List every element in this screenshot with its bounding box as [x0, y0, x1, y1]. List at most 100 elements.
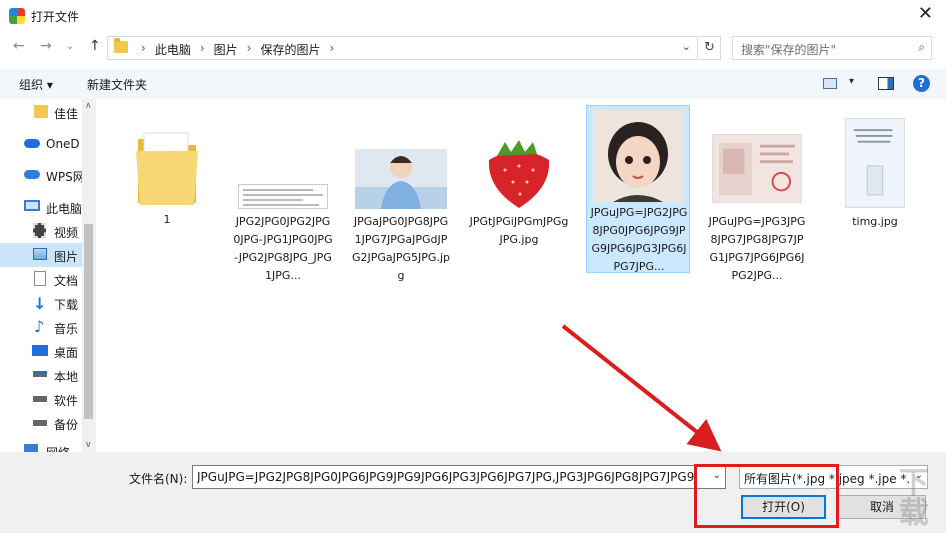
cloud-icon: [24, 139, 40, 148]
breadcrumb-pictures[interactable]: 图片: [214, 41, 238, 58]
music-icon: ♪: [34, 317, 45, 336]
breadcrumb-saved-pictures[interactable]: 保存的图片: [260, 41, 320, 58]
poster-thumbnail: [845, 118, 905, 208]
breadcrumb: › 此电脑 › 图片 › 保存的图片 ›: [136, 41, 343, 58]
document-thumbnail: [238, 184, 328, 209]
drive-icon: [33, 371, 47, 377]
address-bar[interactable]: › 此电脑 › 图片 › 保存的图片 › ⌄: [107, 36, 698, 60]
up-arrow-icon[interactable]: ↑: [89, 38, 101, 54]
file-item-passport[interactable]: JPGuJPG=JPG3JPG8JPG7JPG8JPG7JPG1JPG7JPG6…: [705, 107, 809, 282]
sidebar-item-label: 视频: [54, 226, 79, 240]
sidebar-item-label: 此电脑: [46, 202, 83, 216]
passport-thumbnail: [712, 134, 802, 203]
view-mode-icon[interactable]: [823, 78, 837, 89]
back-arrow-icon[interactable]: ←: [13, 38, 25, 54]
sidebar-item-label: 桌面: [54, 346, 79, 360]
file-name: 1: [163, 213, 171, 226]
sidebar-item-videos[interactable]: 视频: [0, 219, 82, 243]
file-name: JPG2JPG0JPG2JPG0JPG-JPG1JPG0JPG-JPG2JPG8…: [233, 215, 333, 282]
sidebar-item-wps[interactable]: WPS网: [0, 163, 85, 187]
sidebar-item-label: 佳佳: [54, 107, 79, 121]
breadcrumb-separator[interactable]: ›: [329, 41, 334, 58]
sidebar-item-label: 音乐: [54, 322, 79, 336]
file-item-document-thumbnail[interactable]: JPG2JPG0JPG2JPG0JPG-JPG1JPG0JPG-JPG2JPG8…: [231, 107, 335, 282]
forward-arrow-icon[interactable]: →: [40, 38, 52, 54]
open-button[interactable]: 打开(O): [741, 495, 826, 519]
search-input[interactable]: 搜索"保存的图片" ⌕: [732, 36, 932, 60]
scrollbar-thumb[interactable]: [84, 224, 93, 419]
filename-value[interactable]: JPGuJPG=JPG2JPG8JPG0JPG6JPG9JPG9JPG6JPG3…: [197, 470, 697, 484]
folder-icon: [114, 38, 128, 53]
sidebar-item-downloads[interactable]: ↓ 下载: [0, 291, 82, 315]
breadcrumb-separator[interactable]: ›: [200, 41, 205, 58]
recent-locations-dropdown[interactable]: ⌄: [66, 41, 74, 52]
file-item-folder-1[interactable]: 1: [115, 107, 219, 227]
chevron-down-icon[interactable]: ⌄: [682, 40, 691, 53]
file-item-portrait[interactable]: JPGuJPG=JPG2JPG8JPG0JPG6JPG9JPG9JPG6JPG3…: [586, 105, 690, 273]
close-icon[interactable]: ✕: [918, 5, 933, 23]
sidebar-item-label: 下载: [54, 298, 79, 312]
view-mode-dropdown[interactable]: ▾: [849, 76, 854, 87]
file-item-timg[interactable]: timg.jpg: [823, 107, 927, 237]
portrait-thumbnail: [593, 110, 683, 202]
refresh-icon[interactable]: ↻: [699, 36, 721, 60]
sidebar-scrollbar[interactable]: ∧ ∨: [82, 99, 96, 452]
sidebar-item-label: WPS网: [46, 170, 85, 184]
help-icon[interactable]: ?: [913, 75, 930, 92]
desktop-icon: [32, 345, 48, 356]
watermark-logo: 下载: [899, 466, 929, 531]
sidebar-item-jiajia[interactable]: 佳佳: [0, 100, 82, 124]
sidebar-item-label: 本地: [54, 370, 79, 384]
strawberry-thumbnail: [475, 134, 563, 209]
search-placeholder: 搜索"保存的图片": [741, 43, 837, 57]
file-name: JPGtJPGiJPGmJPGgJPG.jpg: [469, 215, 569, 246]
sidebar-item-desktop[interactable]: 桌面: [0, 339, 82, 363]
document-icon: [34, 271, 46, 286]
file-item-photo[interactable]: JPGaJPG0JPG8JPG1JPG7JPGaJPGdJPG2JPGaJPG5…: [349, 107, 453, 282]
sidebar-item-software-disk[interactable]: 软件: [0, 387, 82, 411]
sidebar-item-backup-disk[interactable]: 备份: [0, 411, 82, 435]
new-folder-button[interactable]: 新建文件夹: [87, 76, 147, 93]
sidebar-item-music[interactable]: ♪ 音乐: [0, 315, 82, 339]
drive-icon: [33, 396, 47, 402]
sidebar-item-local-disk[interactable]: 本地: [0, 363, 82, 387]
drive-icon: [33, 420, 47, 426]
network-icon: [24, 444, 38, 452]
sidebar-item-label: 文档: [54, 274, 79, 288]
sidebar-item-documents[interactable]: 文档: [0, 267, 82, 291]
sidebar-item-this-pc[interactable]: 此电脑: [0, 195, 82, 219]
sidebar-item-onedrive[interactable]: OneD: [0, 132, 82, 156]
scroll-down-icon[interactable]: ∨: [85, 440, 92, 450]
breadcrumb-separator[interactable]: ›: [247, 41, 252, 58]
breadcrumb-this-pc[interactable]: 此电脑: [155, 41, 191, 58]
file-name: timg.jpg: [852, 215, 898, 228]
folder-icon: [34, 105, 48, 118]
app-icon: [9, 8, 25, 24]
file-name: JPGuJPG=JPG3JPG8JPG7JPG8JPG7JPG1JPG7JPG6…: [708, 215, 806, 282]
sidebar-item-label: 备份: [54, 418, 79, 432]
picture-icon: [33, 248, 47, 260]
search-icon[interactable]: ⌕: [918, 40, 925, 55]
sidebar-item-pictures[interactable]: 图片: [0, 243, 82, 267]
organize-menu[interactable]: 组织 ▾: [19, 76, 53, 93]
filename-field[interactable]: JPGuJPG=JPG2JPG8JPG0JPG6JPG9JPG9JPG6JPG3…: [192, 465, 726, 489]
file-name: JPGaJPG0JPG8JPG1JPG7JPGaJPGdJPG2JPGaJPG5…: [351, 215, 450, 282]
sidebar-item-label: 软件: [54, 394, 79, 408]
scroll-up-icon[interactable]: ∧: [85, 101, 92, 111]
file-item-strawberry[interactable]: JPGtJPGiJPGmJPGgJPG.jpg: [467, 107, 571, 277]
breadcrumb-separator: ›: [141, 41, 146, 55]
chevron-down-icon[interactable]: ⌄: [713, 470, 721, 481]
window-title: 打开文件: [31, 10, 80, 24]
sidebar-item-network[interactable]: 网络: [0, 439, 82, 452]
pc-icon: [24, 200, 40, 211]
filename-label: 文件名(N):: [129, 472, 188, 486]
download-icon: ↓: [33, 294, 47, 313]
folder-icon: [136, 132, 198, 205]
bottom-panel: 文件名(N): JPGuJPG=JPG2JPG8JPG0JPG6JPG9JPG9…: [0, 452, 946, 533]
sidebar-item-label: 图片: [54, 250, 79, 264]
video-icon: [33, 223, 46, 238]
file-list: 1 JPG2JPG0JPG2JPG0JPG-JPG1JPG0JPG-JPG2JP…: [96, 99, 946, 452]
title-bar: 打开文件 ✕: [0, 0, 946, 31]
preview-pane-icon[interactable]: [878, 77, 894, 90]
sidebar-item-label: 网络: [46, 444, 70, 452]
